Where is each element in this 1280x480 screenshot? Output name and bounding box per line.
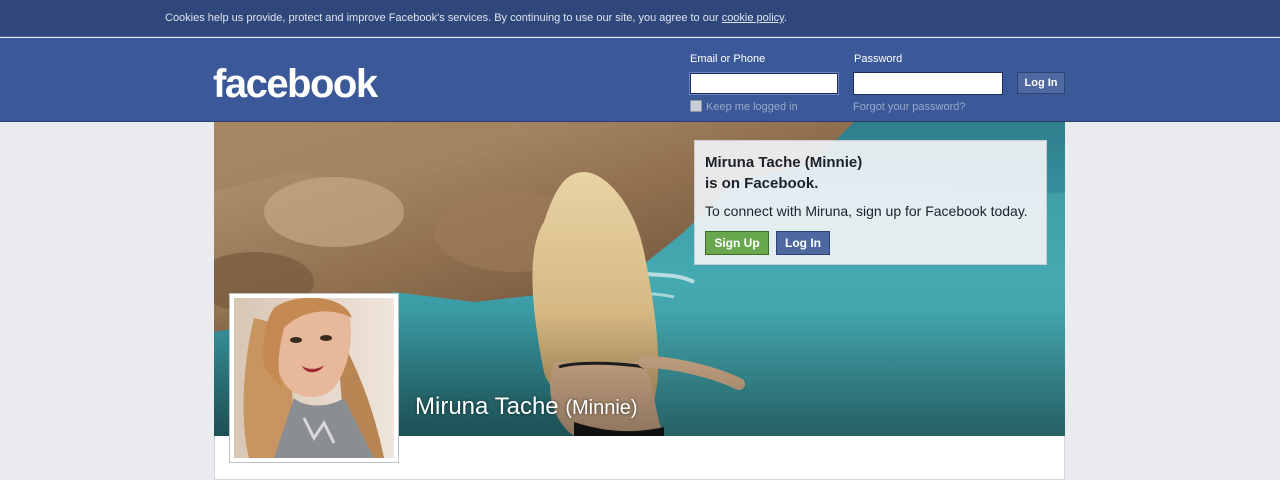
- email-label: Email or Phone: [690, 53, 766, 65]
- connect-subtitle: To connect with Miruna, sign up for Face…: [705, 203, 1028, 219]
- profile-picture: [234, 298, 394, 458]
- connect-title-line2: is on Facebook.: [705, 175, 819, 192]
- profile-name-text: Miruna Tache: [415, 393, 559, 420]
- keep-logged-in-checkbox[interactable]: [690, 100, 702, 112]
- cookie-suffix: .: [783, 12, 787, 24]
- email-field[interactable]: [689, 72, 839, 95]
- cookie-policy-link[interactable]: cookie policy: [722, 12, 784, 24]
- connect-prompt-box: Miruna Tache (Minnie) is on Facebook. To…: [694, 140, 1047, 265]
- connect-title-line1: Miruna Tache (Minnie): [705, 154, 863, 171]
- top-header: facebook Email or Phone Password Log In …: [0, 38, 1280, 122]
- connect-title: Miruna Tache (Minnie) is on Facebook.: [705, 152, 1035, 194]
- keep-logged-in-label[interactable]: Keep me logged in: [706, 101, 798, 113]
- cookie-message: Cookies help us provide, protect and imp…: [165, 12, 722, 24]
- header-login-button[interactable]: Log In: [1017, 72, 1065, 94]
- password-field[interactable]: [853, 72, 1003, 95]
- cookie-banner: Cookies help us provide, protect and imp…: [0, 0, 1280, 37]
- profile-name[interactable]: Miruna Tache (Minnie): [415, 393, 638, 421]
- cookie-text: Cookies help us provide, protect and imp…: [165, 12, 787, 24]
- sign-up-button[interactable]: Sign Up: [705, 231, 769, 255]
- profile-picture-frame[interactable]: [229, 293, 399, 463]
- profile-nickname: (Minnie): [565, 397, 638, 419]
- password-label: Password: [854, 53, 903, 65]
- facebook-logo[interactable]: facebook: [213, 60, 378, 108]
- connect-login-button[interactable]: Log In: [776, 231, 830, 255]
- forgot-password-link[interactable]: Forgot your password?: [853, 101, 966, 113]
- profile-picture-image: [234, 298, 394, 458]
